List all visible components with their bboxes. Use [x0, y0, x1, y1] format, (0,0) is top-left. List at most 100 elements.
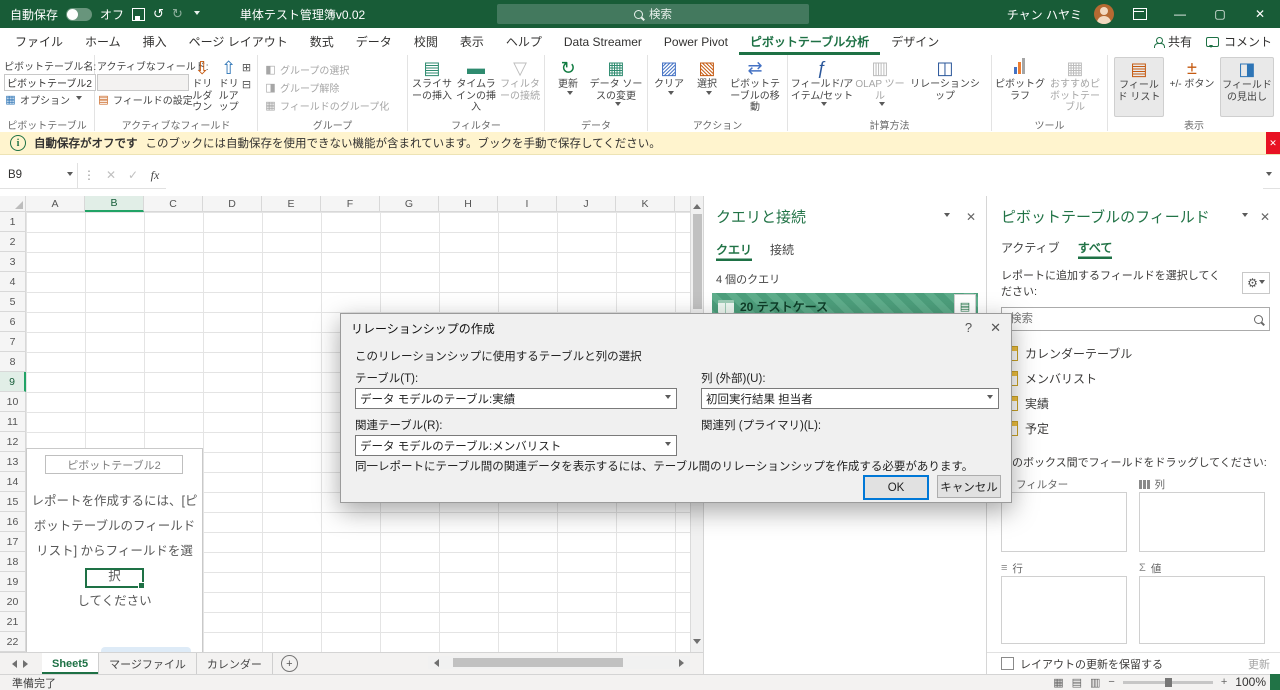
- pivot-name-input[interactable]: [4, 74, 96, 91]
- undo-icon[interactable]: ↺: [153, 6, 164, 22]
- sheet-tab-merge-file[interactable]: マージファイル: [99, 653, 197, 674]
- tab-connections[interactable]: 接続: [770, 241, 794, 261]
- field-list-button[interactable]: ▤ フィールド リスト: [1114, 57, 1164, 117]
- select-all-corner[interactable]: [0, 196, 26, 212]
- refresh-button[interactable]: ↻ 更新: [548, 57, 588, 117]
- filters-area[interactable]: フィルター: [1001, 476, 1127, 552]
- tab-data-streamer[interactable]: Data Streamer: [553, 28, 653, 55]
- maximize-button[interactable]: ▢: [1206, 0, 1234, 28]
- row-header[interactable]: 17: [0, 532, 26, 552]
- column-header[interactable]: B: [85, 196, 144, 212]
- row-header[interactable]: 14: [0, 472, 26, 492]
- fields-search-input[interactable]: [1008, 312, 1248, 326]
- row-header[interactable]: 8: [0, 352, 26, 372]
- scroll-left-icon[interactable]: [430, 658, 439, 667]
- sheet-tab-sheet5[interactable]: Sheet5: [42, 653, 100, 674]
- formula-bar-expand-icon[interactable]: [1266, 171, 1272, 179]
- scroll-up-icon[interactable]: [693, 200, 701, 209]
- horizontal-scrollbar[interactable]: [428, 656, 690, 669]
- row-header[interactable]: 7: [0, 332, 26, 352]
- avatar[interactable]: [1094, 4, 1114, 24]
- scroll-right-icon[interactable]: [679, 658, 688, 667]
- new-sheet-button[interactable]: +: [280, 655, 298, 672]
- minimize-button[interactable]: —: [1166, 0, 1194, 28]
- column-header[interactable]: I: [498, 196, 557, 212]
- dialog-title-bar[interactable]: リレーションシップの作成 ? ✕: [341, 314, 1011, 342]
- relationships-button[interactable]: ◫ リレーションシップ: [906, 57, 984, 117]
- fields-search-box[interactable]: [1001, 307, 1270, 331]
- fields-options-button[interactable]: ⚙: [1242, 272, 1270, 294]
- tab-pivottable-analyze[interactable]: ピボットテーブル分析: [739, 28, 880, 55]
- share-button[interactable]: 共有: [1153, 33, 1192, 50]
- column-header[interactable]: G: [380, 196, 439, 212]
- quick-access-chevron-icon[interactable]: [193, 10, 200, 18]
- update-button[interactable]: 更新: [1248, 656, 1270, 672]
- row-header[interactable]: 12: [0, 432, 26, 452]
- column-header[interactable]: K: [616, 196, 675, 212]
- sheet-tab-calendar[interactable]: カレンダー: [197, 653, 273, 674]
- related-table-combo[interactable]: データ モデルのテーブル:メンバリスト: [355, 435, 677, 456]
- column-header[interactable]: F: [321, 196, 380, 212]
- column-header[interactable]: E: [262, 196, 321, 212]
- close-button[interactable]: ✕: [1246, 0, 1274, 28]
- notification-close-button[interactable]: ✕: [1266, 132, 1280, 154]
- zoom-slider[interactable]: [1122, 677, 1213, 687]
- field-item-member-list[interactable]: メンバリスト: [1001, 366, 1270, 391]
- row-header[interactable]: 1: [0, 212, 26, 232]
- tab-review[interactable]: 校閲: [403, 28, 449, 55]
- row-header[interactable]: 16: [0, 512, 26, 532]
- fields-pane-close-icon[interactable]: ✕: [1260, 210, 1270, 224]
- expand-field-icon[interactable]: ⊞: [242, 61, 255, 74]
- comments-button[interactable]: コメント: [1205, 33, 1272, 50]
- row-header[interactable]: 22: [0, 632, 26, 652]
- row-header[interactable]: 9: [0, 372, 26, 392]
- defer-layout-checkbox[interactable]: [1001, 657, 1014, 670]
- row-header[interactable]: 4: [0, 272, 26, 292]
- zoom-out-icon[interactable]: −: [1108, 676, 1114, 688]
- ok-button[interactable]: OK: [863, 475, 929, 500]
- sheet-scroll-left-icon[interactable]: [8, 659, 17, 668]
- fields-pane-options-icon[interactable]: [1241, 213, 1248, 220]
- row-header[interactable]: 2: [0, 232, 26, 252]
- tab-file[interactable]: ファイル: [4, 28, 74, 55]
- column-header[interactable]: J: [557, 196, 616, 212]
- column-header[interactable]: D: [203, 196, 262, 212]
- row-header[interactable]: 6: [0, 312, 26, 332]
- olap-tools-button[interactable]: ▥ OLAP ツール: [854, 57, 906, 117]
- tab-active-fields[interactable]: アクティブ: [1001, 239, 1060, 259]
- columns-area[interactable]: 列: [1139, 476, 1265, 552]
- values-area[interactable]: Σ値: [1139, 560, 1265, 644]
- field-settings-button[interactable]: ▤ フィールドの設定: [97, 91, 193, 108]
- insert-timeline-button[interactable]: ▬ タイムラインの挿入: [454, 57, 498, 117]
- insert-function-icon[interactable]: fx: [144, 168, 166, 183]
- rows-area[interactable]: ≡ 行: [1001, 560, 1127, 644]
- table-combo[interactable]: データ モデルのテーブル:実績: [355, 388, 677, 409]
- pivotchart-button[interactable]: ピボットグラフ: [994, 57, 1046, 117]
- ungroup-button[interactable]: ◨ グループ解除: [264, 78, 339, 96]
- tab-view[interactable]: 表示: [449, 28, 495, 55]
- foreign-column-combo[interactable]: 初回実行結果 担当者: [701, 388, 999, 409]
- fields-items-sets-button[interactable]: ƒ フィールド/アイテム/セット: [790, 57, 854, 117]
- column-header[interactable]: H: [439, 196, 498, 212]
- scroll-down-icon[interactable]: [693, 639, 701, 648]
- zoom-in-icon[interactable]: +: [1221, 676, 1227, 688]
- queries-pane-options-icon[interactable]: [943, 213, 950, 220]
- cancel-button[interactable]: キャンセル: [937, 475, 1001, 498]
- columns-drop-zone[interactable]: [1139, 492, 1265, 552]
- column-header[interactable]: A: [26, 196, 85, 212]
- tab-page-layout[interactable]: ページ レイアウト: [178, 28, 299, 55]
- confirm-entry-icon[interactable]: ✓: [122, 168, 144, 182]
- tab-insert[interactable]: 挿入: [132, 28, 178, 55]
- filter-connections-button[interactable]: ▽ フィルターの接続: [498, 57, 542, 117]
- row-header[interactable]: 21: [0, 612, 26, 632]
- field-item-results[interactable]: 実績: [1001, 391, 1270, 416]
- tab-data[interactable]: データ: [345, 28, 403, 55]
- options-button[interactable]: ▦ オプション: [4, 91, 82, 108]
- tab-help[interactable]: ヘルプ: [495, 28, 553, 55]
- horizontal-scroll-thumb[interactable]: [453, 658, 623, 667]
- values-drop-zone[interactable]: [1139, 576, 1265, 644]
- user-name[interactable]: チャン ハヤミ: [1007, 6, 1082, 23]
- search-box[interactable]: 検索: [497, 4, 809, 24]
- tab-design[interactable]: デザイン: [880, 28, 950, 55]
- ribbon-display-icon[interactable]: [1133, 8, 1147, 20]
